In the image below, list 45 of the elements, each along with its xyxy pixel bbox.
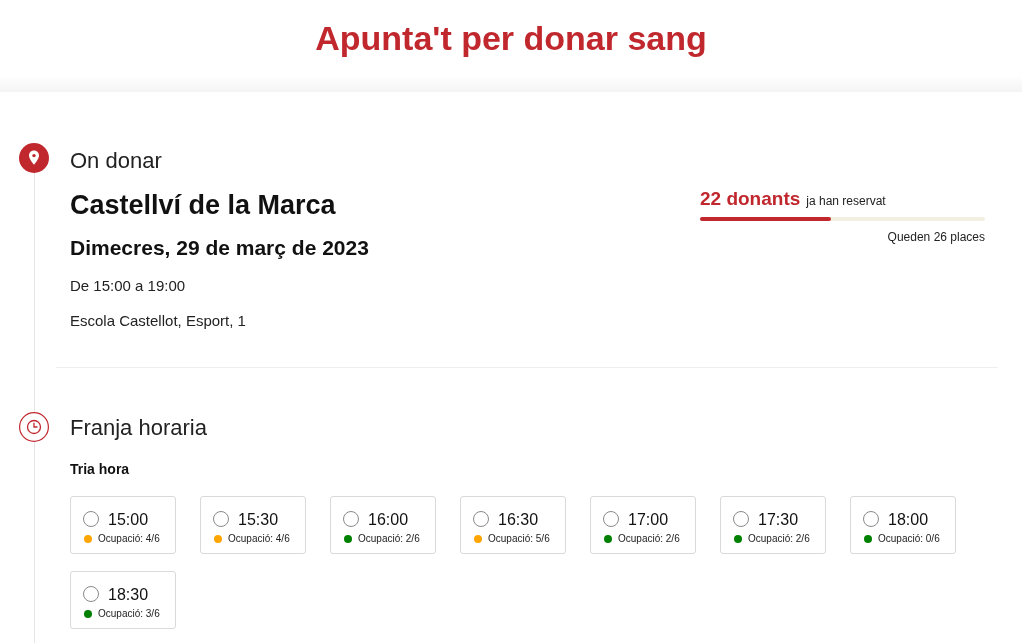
- slot-time: 16:30: [498, 510, 539, 530]
- time-slot-card[interactable]: 16:00 Ocupació: 2/6: [330, 496, 436, 554]
- slot-time: 18:00: [888, 510, 929, 530]
- location-pin-icon: [19, 143, 49, 173]
- place-name: Castellví de la Marca: [70, 189, 336, 222]
- occupancy-label: Ocupació: 2/6: [618, 532, 680, 546]
- radio-button[interactable]: [733, 511, 749, 527]
- time-slot-card[interactable]: 17:30 Ocupació: 2/6: [720, 496, 826, 554]
- section-heading: Franja horaria: [70, 414, 207, 442]
- slot-time: 18:30: [108, 585, 149, 605]
- time-slot-card[interactable]: 18:30 Ocupació: 3/6: [70, 571, 176, 629]
- donor-count: 22 donants: [700, 187, 801, 211]
- occupancy-label: Ocupació: 2/6: [358, 532, 420, 546]
- donation-date: Dimecres, 29 de març de 2023: [70, 235, 369, 261]
- occupancy-label: Ocupació: 4/6: [98, 532, 160, 546]
- slot-time: 17:00: [628, 510, 669, 530]
- radio-button[interactable]: [603, 511, 619, 527]
- time-prompt: Tria hora: [70, 460, 130, 478]
- radio-button[interactable]: [343, 511, 359, 527]
- radio-button[interactable]: [83, 586, 99, 602]
- radio-button[interactable]: [83, 511, 99, 527]
- occupancy-label: Ocupació: 0/6: [878, 532, 940, 546]
- clock-icon: [19, 412, 49, 442]
- occupancy-label: Ocupació: 2/6: [748, 532, 810, 546]
- donation-hours: De 15:00 a 19:00: [70, 276, 186, 296]
- radio-button[interactable]: [863, 511, 879, 527]
- slot-time: 16:00: [368, 510, 409, 530]
- radio-button[interactable]: [473, 511, 489, 527]
- time-slot-card[interactable]: 18:00 Ocupació: 0/6: [850, 496, 956, 554]
- slot-time: 15:30: [238, 510, 279, 530]
- section-heading: On donar: [70, 147, 162, 175]
- slot-time: 17:30: [758, 510, 799, 530]
- reserved-caption: ja han reservat: [806, 193, 886, 209]
- time-slot-card[interactable]: 15:30 Ocupació: 4/6: [200, 496, 306, 554]
- time-slot-card[interactable]: 16:30 Ocupació: 5/6: [460, 496, 566, 554]
- occupancy-label: Ocupació: 3/6: [98, 607, 160, 621]
- radio-button[interactable]: [213, 511, 229, 527]
- time-slot-card[interactable]: 15:00 Ocupació: 4/6: [70, 496, 176, 554]
- slot-time: 15:00: [108, 510, 149, 530]
- occupancy-label: Ocupació: 5/6: [488, 532, 550, 546]
- donation-address: Escola Castellot, Esport, 1: [70, 311, 246, 331]
- remaining-places: Queden 26 places: [887, 229, 985, 245]
- occupancy-label: Ocupació: 4/6: [228, 532, 290, 546]
- page-title: Apunta't per donar sang: [315, 18, 707, 59]
- time-slot-card[interactable]: 17:00 Ocupació: 2/6: [590, 496, 696, 554]
